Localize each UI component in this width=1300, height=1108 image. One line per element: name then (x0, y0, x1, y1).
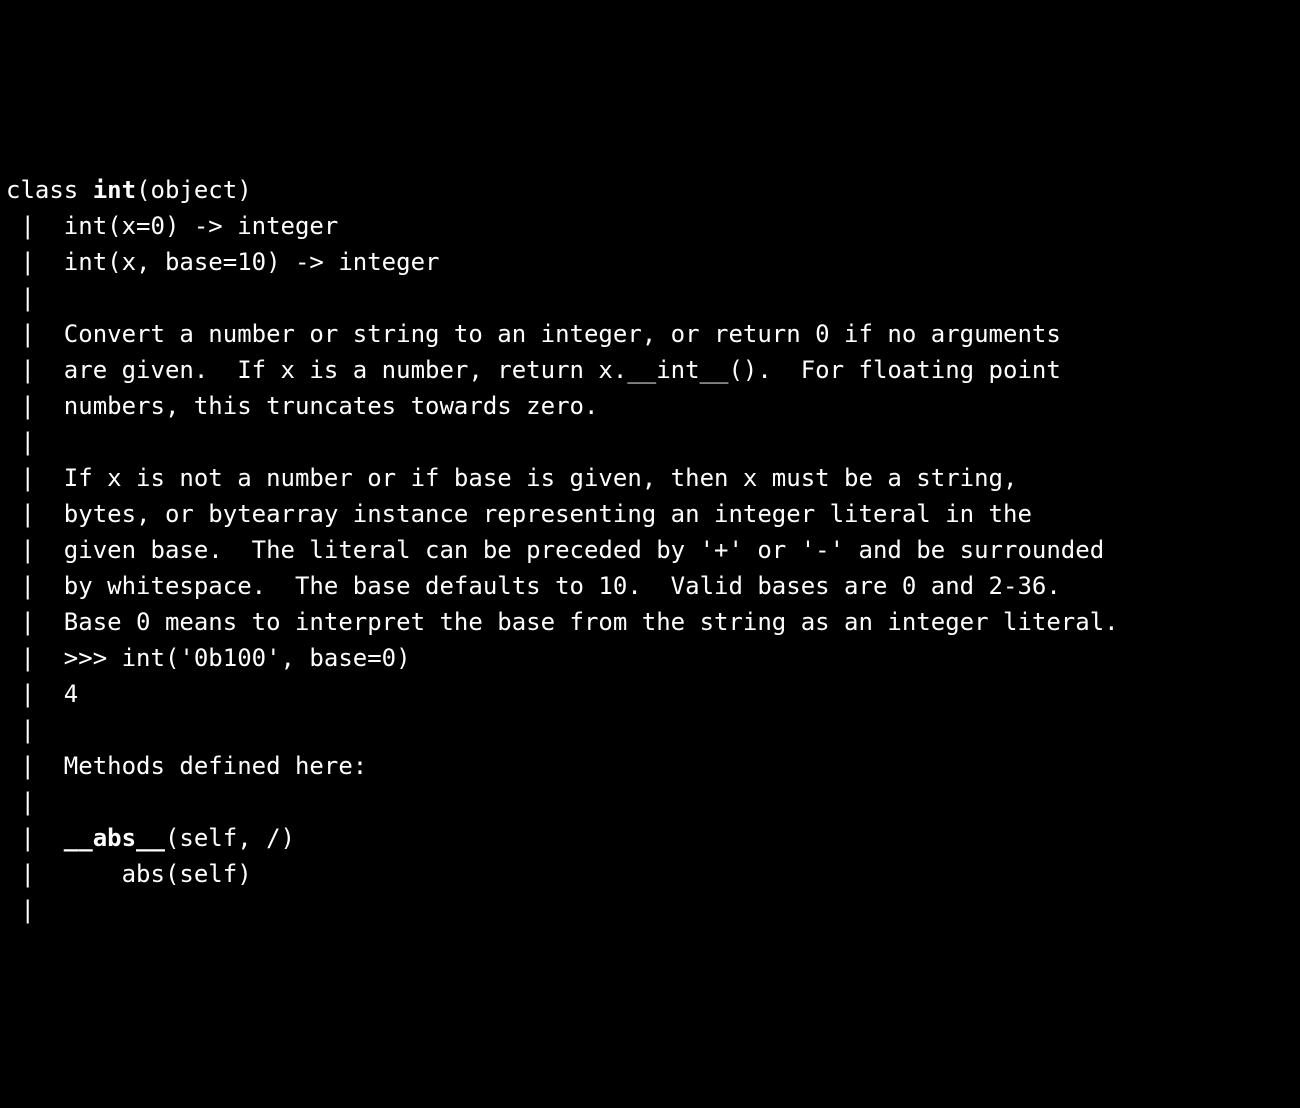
help-line: | given base. The literal can be precede… (6, 532, 1300, 568)
help-line: | (6, 424, 1300, 460)
help-line-method: | __abs__(self, /) (6, 820, 1300, 856)
help-line: | >>> int('0b100', base=0) (6, 640, 1300, 676)
help-line: | abs(self) (6, 856, 1300, 892)
help-line: | (6, 280, 1300, 316)
help-line: | int(x, base=10) -> integer (6, 244, 1300, 280)
help-line: | by whitespace. The base defaults to 10… (6, 568, 1300, 604)
help-line-class: class int(object) (6, 172, 1300, 208)
help-line: | bytes, or bytearray instance represent… (6, 496, 1300, 532)
help-line: | If x is not a number or if base is giv… (6, 460, 1300, 496)
class-bases: (object) (136, 176, 252, 204)
help-line: | 4 (6, 676, 1300, 712)
help-line: | numbers, this truncates towards zero. (6, 388, 1300, 424)
class-keyword: class (6, 176, 93, 204)
help-line: | Methods defined here: (6, 748, 1300, 784)
class-name: int (93, 176, 136, 204)
help-line: | are given. If x is a number, return x.… (6, 352, 1300, 388)
method-sig: (self, /) (165, 824, 295, 852)
help-line: | Base 0 means to interpret the base fro… (6, 604, 1300, 640)
help-line: | int(x=0) -> integer (6, 208, 1300, 244)
help-line: | (6, 712, 1300, 748)
help-line: | Convert a number or string to an integ… (6, 316, 1300, 352)
terminal-output[interactable]: class int(object) | int(x=0) -> integer … (0, 144, 1300, 928)
method-name: __abs__ (64, 824, 165, 852)
help-line: | (6, 784, 1300, 820)
method-indent: | (6, 824, 64, 852)
help-line: | (6, 892, 1300, 928)
